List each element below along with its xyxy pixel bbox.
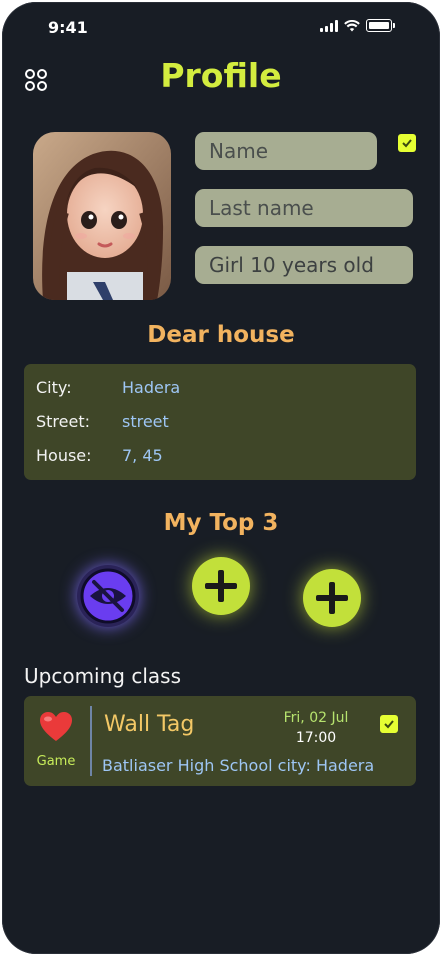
class-title[interactable]: Wall Tag: [104, 712, 194, 737]
last-name-field[interactable]: [195, 189, 413, 227]
battery-icon: [366, 19, 395, 32]
page-title: Profile: [160, 56, 282, 95]
check-icon: [402, 139, 412, 148]
address-label: Street:: [36, 412, 91, 431]
heart-icon: [40, 712, 72, 741]
class-date: Fri, 02 Jul: [283, 710, 349, 726]
class-checkbox[interactable]: [380, 715, 398, 733]
hidden-eye-icon: [80, 568, 136, 624]
card-divider: [90, 706, 92, 776]
avatar-image: [33, 132, 171, 300]
status-icons: [320, 19, 395, 32]
age-field[interactable]: [195, 246, 413, 284]
top3-item-3[interactable]: [303, 569, 361, 627]
avatar[interactable]: [33, 132, 171, 300]
wifi-icon: [344, 19, 360, 31]
status-time: 9:41: [48, 18, 88, 37]
phone-frame: 9:41 Profile Name Last name Girl 10 year…: [2, 2, 440, 954]
plus-icon: [205, 570, 237, 602]
top3-item-2[interactable]: [192, 557, 250, 615]
profile-checkbox[interactable]: [398, 134, 416, 152]
address-value[interactable]: 7, 45: [122, 446, 163, 465]
name-field[interactable]: [195, 132, 377, 170]
address-row-house: House: 7, 45: [36, 446, 163, 465]
address-card: City: Hadera Street: street House: 7, 45: [24, 364, 416, 480]
address-value[interactable]: Hadera: [122, 378, 180, 397]
address-value[interactable]: street: [122, 412, 169, 431]
plus-icon: [316, 582, 348, 614]
check-icon: [384, 720, 394, 729]
class-time: 17:00: [295, 730, 337, 746]
address-label: City:: [36, 378, 72, 397]
top3-item-1[interactable]: [77, 565, 139, 627]
address-label: House:: [36, 446, 92, 465]
address-row-street: Street: street: [36, 412, 169, 431]
top3-title: My Top 3: [163, 510, 279, 536]
address-row-city: City: Hadera: [36, 378, 180, 397]
upcoming-label: Upcoming class: [24, 664, 181, 688]
address-title: Dear house: [147, 322, 295, 348]
class-category: Game: [36, 754, 76, 769]
class-location[interactable]: Batliaser High School city: Hadera: [102, 756, 374, 775]
signal-icon: [320, 19, 338, 32]
